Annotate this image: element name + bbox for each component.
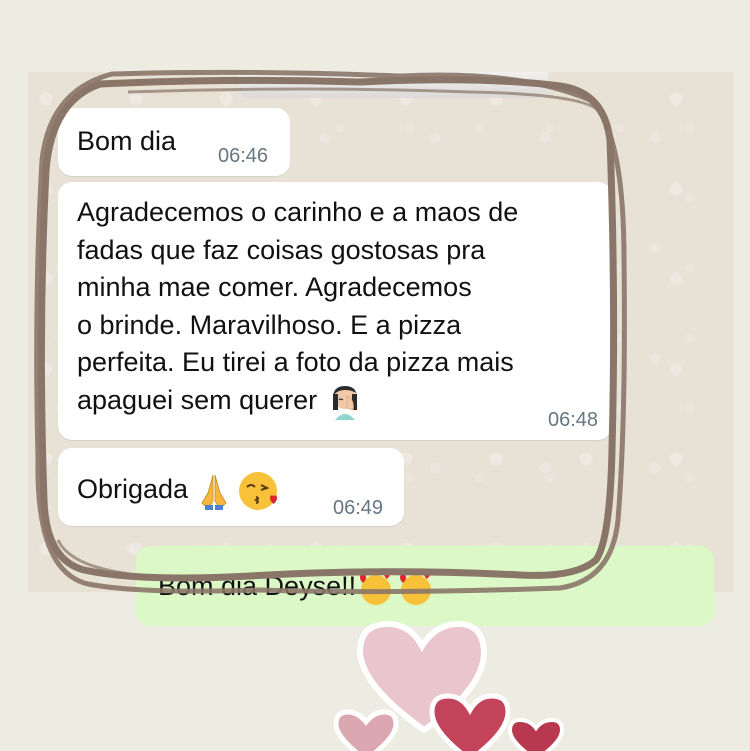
message-bubble-incoming[interactable]: Bom dia 06:46 [58, 108, 290, 176]
heart-pink-icon [356, 620, 488, 734]
message-text-content: Obrigada [77, 474, 189, 505]
heart-edge-icon [507, 717, 565, 751]
message-text: Bom dia [77, 126, 177, 156]
message-text: Bom dia Deyse!! [158, 568, 436, 608]
message-bubble-incoming[interactable]: Obrigada 06:49 [58, 448, 404, 526]
message-text: Obrigada [77, 468, 282, 514]
cropped-message-bubble [238, 72, 548, 98]
smiling-face-with-hearts-emoji [360, 570, 392, 605]
smiling-face-with-hearts-emoji [400, 570, 432, 605]
heart-small-pink-icon [333, 709, 399, 751]
message-bubble-incoming[interactable]: Agradecemos o carinho e a maos de fadas … [58, 182, 612, 440]
message-time: 06:46 [218, 145, 269, 167]
message-time: 06:48 [548, 409, 599, 431]
folded-hands-emoji [201, 474, 227, 510]
heart-red-icon [429, 693, 511, 751]
message-bubble-outgoing[interactable]: Bom dia Deyse!! [136, 546, 714, 626]
facepalm-emoji [332, 385, 357, 420]
message-time: 06:49 [333, 497, 384, 519]
message-text-content: Agradecemos o carinho e a maos de fadas … [77, 197, 519, 415]
message-text-content: Bom dia Deyse!! [158, 571, 357, 602]
kissing-face-emoji [239, 472, 278, 510]
message-text: Agradecemos o carinho e a maos de fadas … [77, 194, 597, 422]
